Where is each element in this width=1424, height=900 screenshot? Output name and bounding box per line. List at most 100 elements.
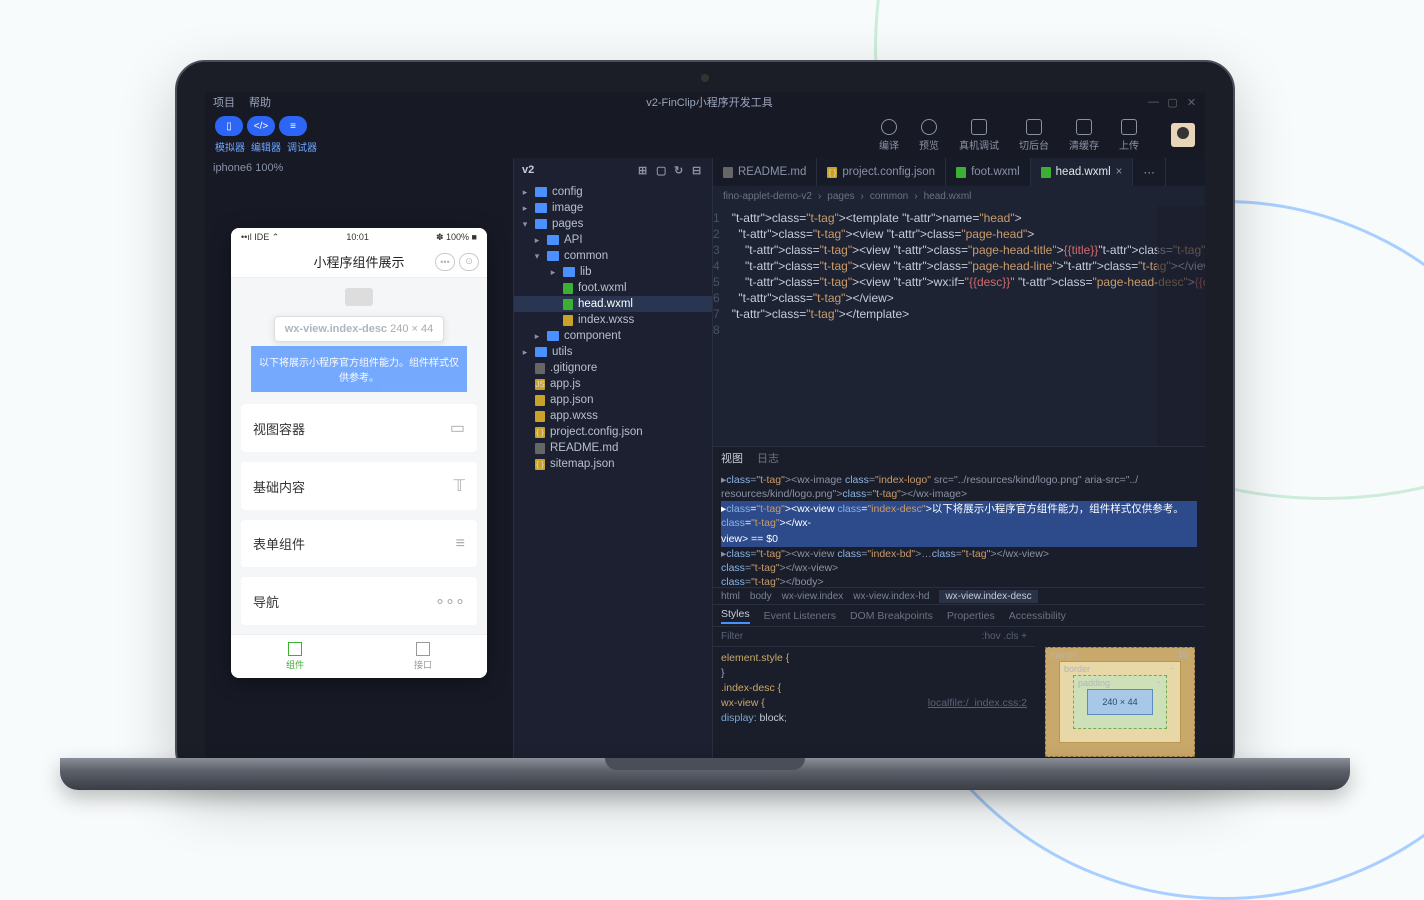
simulator-header[interactable]: iphone6 100%	[205, 158, 513, 178]
code-editor[interactable]: 12345678 "t-attr">class="t-tag"><templat…	[713, 206, 1205, 446]
avatar[interactable]	[1171, 123, 1195, 147]
devtools-tab-console[interactable]: 日志	[757, 450, 779, 466]
file-item[interactable]: { }sitemap.json	[514, 456, 712, 472]
breadcrumbs: fino-applet-demo-v2 › pages › common › h…	[713, 186, 1205, 206]
editor-tab[interactable]: README.md	[713, 158, 817, 186]
laptop-frame: 项目 帮助 v2-FinClip小程序开发工具 — ▢ ✕ ▯ </> ≡ 模拟…	[175, 60, 1235, 780]
clear-cache-button[interactable]: 清缓存	[1069, 119, 1099, 152]
preview-button[interactable]: 预览	[919, 119, 939, 152]
more-icon[interactable]: •••	[435, 253, 455, 271]
file-item[interactable]: head.wxml	[514, 296, 712, 312]
styles-filter[interactable]: Filter	[721, 631, 743, 642]
menu-help[interactable]: 帮助	[249, 94, 271, 110]
dom-crumb[interactable]: wx-view.index-desc	[939, 590, 1037, 603]
new-file-icon[interactable]: ⊞	[638, 164, 650, 176]
remote-debug-button[interactable]: 真机调试	[959, 119, 999, 152]
breadcrumb-item[interactable]: pages	[827, 191, 854, 202]
simulator-toggle[interactable]: ▯	[215, 116, 243, 136]
box-content: 240 × 44	[1087, 689, 1153, 715]
maximize-icon[interactable]: ▢	[1167, 97, 1178, 108]
dom-crumb[interactable]: body	[750, 591, 772, 602]
tab-api[interactable]: 接口	[359, 635, 487, 678]
file-item[interactable]: app.wxss	[514, 408, 712, 424]
file-icon	[535, 411, 545, 422]
project-root[interactable]: v2	[522, 164, 534, 176]
editor-tab[interactable]: foot.wxml	[946, 158, 1031, 186]
folder-icon	[563, 267, 575, 277]
list-item[interactable]: 视图容器▭	[241, 404, 477, 452]
highlighted-element: 以下将展示小程序官方组件能力。组件样式仅供参考。	[251, 346, 467, 392]
folder-item[interactable]: ▸API	[514, 232, 712, 248]
api-icon	[416, 642, 430, 656]
camera-icon	[701, 74, 709, 82]
breadcrumb-item[interactable]: common	[870, 191, 908, 202]
simulator-panel: iphone6 100% ••ıl IDE ⌃ 10:01 ✽ 100% ■ 小…	[205, 158, 513, 776]
phone-statusbar: ••ıl IDE ⌃ 10:01 ✽ 100% ■	[231, 228, 487, 246]
new-folder-icon[interactable]: ▢	[656, 164, 668, 176]
folder-item[interactable]: ▸lib	[514, 264, 712, 280]
file-item[interactable]: foot.wxml	[514, 280, 712, 296]
list-item[interactable]: 表单组件≡	[241, 520, 477, 567]
file-item[interactable]: index.wxss	[514, 312, 712, 328]
collapse-icon[interactable]: ⊟	[692, 164, 704, 176]
file-item[interactable]: README.md	[514, 440, 712, 456]
folder-item[interactable]: ▸image	[514, 200, 712, 216]
folder-icon	[535, 219, 547, 229]
breadcrumb-item[interactable]: fino-applet-demo-v2	[723, 191, 812, 202]
folder-item[interactable]: ▸config	[514, 184, 712, 200]
devtools-panel: 视图 日志 ▸class="t-tag"><wx-image class="in…	[713, 446, 1205, 776]
dom-tree[interactable]: ▸class="t-tag"><wx-image class="index-lo…	[713, 469, 1205, 587]
folder-item[interactable]: ▸component	[514, 328, 712, 344]
editor-toggle[interactable]: </>	[247, 116, 275, 136]
file-explorer: v2 ⊞ ▢ ↻ ⊟ ▸config▸image▾pages▸API▾commo…	[513, 158, 713, 776]
minimap[interactable]	[1157, 206, 1205, 446]
editor-tab[interactable]: { }project.config.json	[817, 158, 946, 186]
compile-button[interactable]: 编译	[879, 119, 899, 152]
close-icon[interactable]: ✕	[1186, 97, 1197, 108]
dom-crumb[interactable]: wx-view.index	[782, 591, 844, 602]
phone-preview: ••ıl IDE ⌃ 10:01 ✽ 100% ■ 小程序组件展示 ••• ⊙	[231, 228, 487, 678]
css-rules[interactable]: element.style {}.index-desc {</span></di…	[713, 647, 1035, 776]
refresh-icon[interactable]: ↻	[674, 164, 686, 176]
menubar: 项目 帮助 v2-FinClip小程序开发工具 — ▢ ✕	[205, 92, 1205, 112]
breadcrumb-item[interactable]: head.wxml	[924, 191, 972, 202]
tab-components[interactable]: 组件	[231, 635, 359, 678]
battery-icon: ✽ 100% ■	[436, 232, 477, 243]
list-item[interactable]: 基础内容𝕋	[241, 462, 477, 510]
list-item[interactable]: 导航∘∘∘	[241, 577, 477, 625]
dom-breadcrumbs[interactable]: html body wx-view.index wx-view.index-hd wx-…	[713, 587, 1205, 605]
styles-tab[interactable]: Styles	[721, 608, 750, 624]
file-icon	[535, 395, 545, 406]
styles-tab[interactable]: Event Listeners	[764, 610, 836, 622]
file-item[interactable]: app.json	[514, 392, 712, 408]
styles-tab[interactable]: Accessibility	[1009, 610, 1066, 622]
container-icon: ▭	[450, 418, 465, 438]
close-capsule-icon[interactable]: ⊙	[459, 253, 479, 271]
folder-icon	[547, 235, 559, 245]
dom-crumb[interactable]: wx-view.index-hd	[853, 591, 929, 602]
editor-tab[interactable]: head.wxml×	[1031, 158, 1134, 186]
background-button[interactable]: 切后台	[1019, 119, 1049, 152]
styles-tab[interactable]: DOM Breakpoints	[850, 610, 933, 622]
pill-label: 模拟器	[215, 139, 245, 154]
debugger-toggle[interactable]: ≡	[279, 116, 307, 136]
close-tab-icon[interactable]: ×	[1116, 166, 1123, 178]
folder-item[interactable]: ▸utils	[514, 344, 712, 360]
file-item[interactable]: JSapp.js	[514, 376, 712, 392]
styles-tab[interactable]: Properties	[947, 610, 995, 622]
editor-panel: README.md{ }project.config.jsonfoot.wxml…	[713, 158, 1205, 776]
laptop-notch	[605, 758, 805, 770]
dom-crumb[interactable]: html	[721, 591, 740, 602]
editor-tabs: README.md{ }project.config.jsonfoot.wxml…	[713, 158, 1205, 186]
folder-item[interactable]: ▾common	[514, 248, 712, 264]
minimize-icon[interactable]: —	[1148, 97, 1159, 108]
devtools-tab-elements[interactable]: 视图	[721, 450, 743, 466]
upload-button[interactable]: 上传	[1119, 119, 1139, 152]
menu-project[interactable]: 项目	[213, 94, 235, 110]
file-item[interactable]: .gitignore	[514, 360, 712, 376]
folder-item[interactable]: ▾pages	[514, 216, 712, 232]
file-item[interactable]: { }project.config.json	[514, 424, 712, 440]
styles-toggles[interactable]: :hov .cls +	[982, 631, 1027, 642]
box-model: margin10 border- padding- 240 × 44	[1035, 627, 1205, 776]
more-tabs-icon[interactable]: ⋯	[1133, 158, 1166, 186]
